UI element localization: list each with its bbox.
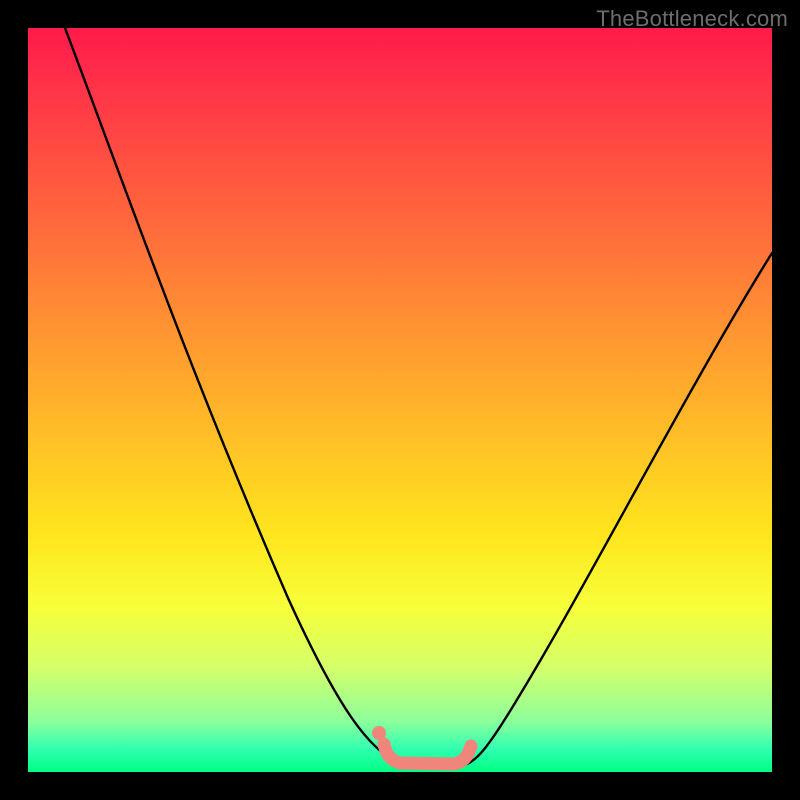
chart-svg (28, 28, 772, 772)
bottleneck-curve (65, 28, 772, 767)
optimal-zone-bracket (384, 744, 471, 764)
chart-frame: TheBottleneck.com (0, 0, 800, 800)
optimal-marker-dot (372, 726, 386, 740)
watermark-text: TheBottleneck.com (596, 6, 788, 32)
